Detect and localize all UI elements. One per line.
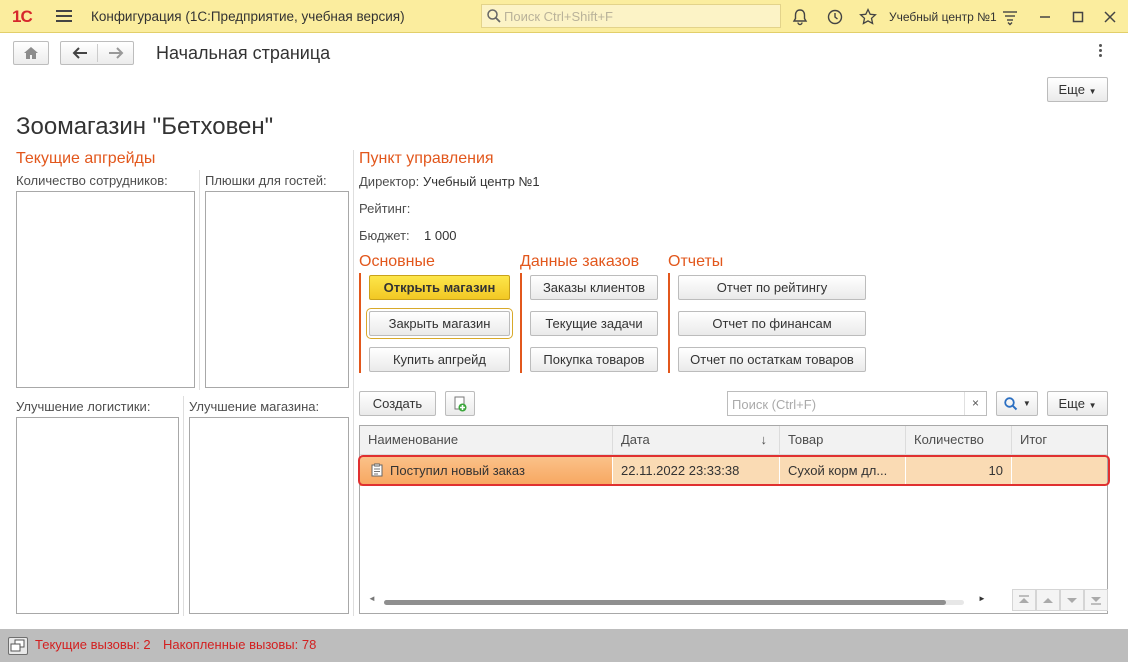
windows-icon[interactable] <box>8 637 28 655</box>
group-accent-line <box>359 273 361 373</box>
director-label: Директор: <box>359 174 420 189</box>
current-user[interactable]: Учебный центр №1 <box>889 10 997 24</box>
row-highlight-annotation <box>358 455 1110 486</box>
divider <box>199 170 200 390</box>
window-title: Конфигурация (1С:Предприятие, учебная ве… <box>91 9 405 24</box>
global-search-placeholder: Поиск Ctrl+Shift+F <box>504 9 613 24</box>
open-store-button[interactable]: Открыть магазин <box>369 275 510 300</box>
upgrades-title: Текущие апгрейды <box>16 150 156 167</box>
store-heading: Зоомагазин "Бетховен" <box>16 113 274 140</box>
add-copy-button[interactable] <box>445 391 475 416</box>
director-value: Учебный центр №1 <box>423 174 540 189</box>
go-first-button[interactable] <box>1012 589 1036 611</box>
home-button[interactable] <box>13 41 49 65</box>
list-search-input[interactable]: Поиск (Ctrl+F) × <box>727 391 987 416</box>
chevron-down-icon: ▼ <box>1088 401 1097 410</box>
table-header: Наименование Дата ↓ Товар Количество Ито… <box>360 426 1107 455</box>
finance-report-button[interactable]: Отчет по финансам <box>678 311 866 336</box>
arrow-last-icon <box>1091 597 1101 605</box>
history-nav <box>60 41 134 65</box>
orders-table: Наименование Дата ↓ Товар Количество Ито… <box>359 425 1108 614</box>
column-header-name[interactable]: Наименование <box>360 426 613 454</box>
budget-value: 1 000 <box>424 228 457 243</box>
rating-label: Рейтинг: <box>359 201 411 216</box>
logistics-field[interactable] <box>16 417 179 614</box>
more-vertical-icon[interactable] <box>1095 44 1105 60</box>
store-upgrade-field[interactable] <box>189 417 349 614</box>
group-accent-line <box>668 273 670 373</box>
search-icon <box>487 9 501 23</box>
page-title: Начальная страница <box>156 43 331 63</box>
divider <box>183 396 184 616</box>
minimize-icon[interactable] <box>1035 7 1055 27</box>
go-up-button[interactable] <box>1036 589 1060 611</box>
search-icon <box>1004 397 1018 411</box>
create-button[interactable]: Создать <box>359 391 436 416</box>
column-header-total[interactable]: Итог <box>1012 426 1108 454</box>
list-more-label: Еще <box>1058 396 1085 411</box>
basic-group-title: Основные <box>359 253 435 270</box>
control-title: Пункт управления <box>359 150 494 167</box>
close-icon[interactable] <box>1100 7 1120 27</box>
arrow-down-icon <box>1067 598 1077 603</box>
store-upgrade-label: Улучшение магазина: <box>189 399 320 414</box>
current-tasks-button[interactable]: Текущие задачи <box>530 311 658 336</box>
top-more-button[interactable]: Еще ▼ <box>1047 77 1108 102</box>
column-header-date-label: Дата <box>621 432 650 447</box>
star-icon[interactable] <box>858 7 878 27</box>
top-more-label: Еще <box>1058 82 1085 97</box>
global-search-input[interactable]: Поиск Ctrl+Shift+F <box>481 4 781 28</box>
column-header-product[interactable]: Товар <box>780 426 906 454</box>
stock-report-button[interactable]: Отчет по остаткам товаров <box>678 347 866 372</box>
scroll-left-icon[interactable]: ◄ <box>368 594 376 603</box>
burger-menu-icon[interactable] <box>56 10 72 23</box>
title-bar: 1С Конфигурация (1С:Предприятие, учебная… <box>0 0 1128 33</box>
close-store-button[interactable]: Закрыть магазин <box>366 308 513 339</box>
arrow-up-icon <box>1043 598 1053 603</box>
buy-upgrade-button[interactable]: Купить апгрейд <box>369 347 510 372</box>
maximize-icon[interactable] <box>1068 7 1088 27</box>
clear-search-button[interactable]: × <box>964 392 986 415</box>
settings-icon[interactable] <box>1000 7 1020 27</box>
purchase-goods-button[interactable]: Покупка товаров <box>530 347 658 372</box>
home-icon <box>24 47 38 59</box>
employees-label: Количество сотрудников: <box>16 173 168 188</box>
logistics-label: Улучшение логистики: <box>16 399 151 414</box>
section-divider <box>353 150 354 616</box>
go-last-button[interactable] <box>1084 589 1108 611</box>
buns-field[interactable] <box>205 191 349 388</box>
employees-field[interactable] <box>16 191 195 388</box>
app-logo: 1С <box>12 7 33 26</box>
chevron-down-icon: ▼ <box>1088 87 1097 96</box>
group-accent-line <box>520 273 522 373</box>
rating-report-button[interactable]: Отчет по рейтингу <box>678 275 866 300</box>
horizontal-scrollbar[interactable]: ◄ ► <box>368 594 986 606</box>
current-calls: Текущие вызовы: 2 <box>35 637 151 652</box>
column-header-quantity[interactable]: Количество <box>906 426 1012 454</box>
search-options-button[interactable]: ▼ <box>996 391 1038 416</box>
status-bar: Текущие вызовы: 2 Накопленные вызовы: 78 <box>0 629 1128 662</box>
budget-label: Бюджет: <box>359 228 410 243</box>
buns-label: Плюшки для гостей: <box>205 173 327 188</box>
reports-group-title: Отчеты <box>668 253 724 270</box>
arrow-first-icon <box>1019 595 1029 603</box>
client-orders-button[interactable]: Заказы клиентов <box>530 275 658 300</box>
history-icon[interactable] <box>825 7 845 27</box>
chevron-down-icon: ▼ <box>1022 399 1031 408</box>
accumulated-calls: Накопленные вызовы: 78 <box>163 637 317 652</box>
scroll-thumb[interactable] <box>384 600 946 605</box>
list-more-button[interactable]: Еще ▼ <box>1047 391 1108 416</box>
list-search-placeholder: Поиск (Ctrl+F) <box>732 397 817 412</box>
forward-arrow-icon[interactable] <box>103 45 129 61</box>
scroll-right-icon[interactable]: ► <box>978 594 986 603</box>
orders-group-title: Данные заказов <box>520 253 640 270</box>
go-down-button[interactable] <box>1060 589 1084 611</box>
add-copy-icon <box>454 396 467 412</box>
sort-down-icon: ↓ <box>760 432 768 447</box>
bell-icon[interactable] <box>790 7 810 27</box>
back-arrow-icon[interactable] <box>67 45 93 61</box>
column-header-date[interactable]: Дата ↓ <box>613 426 780 454</box>
